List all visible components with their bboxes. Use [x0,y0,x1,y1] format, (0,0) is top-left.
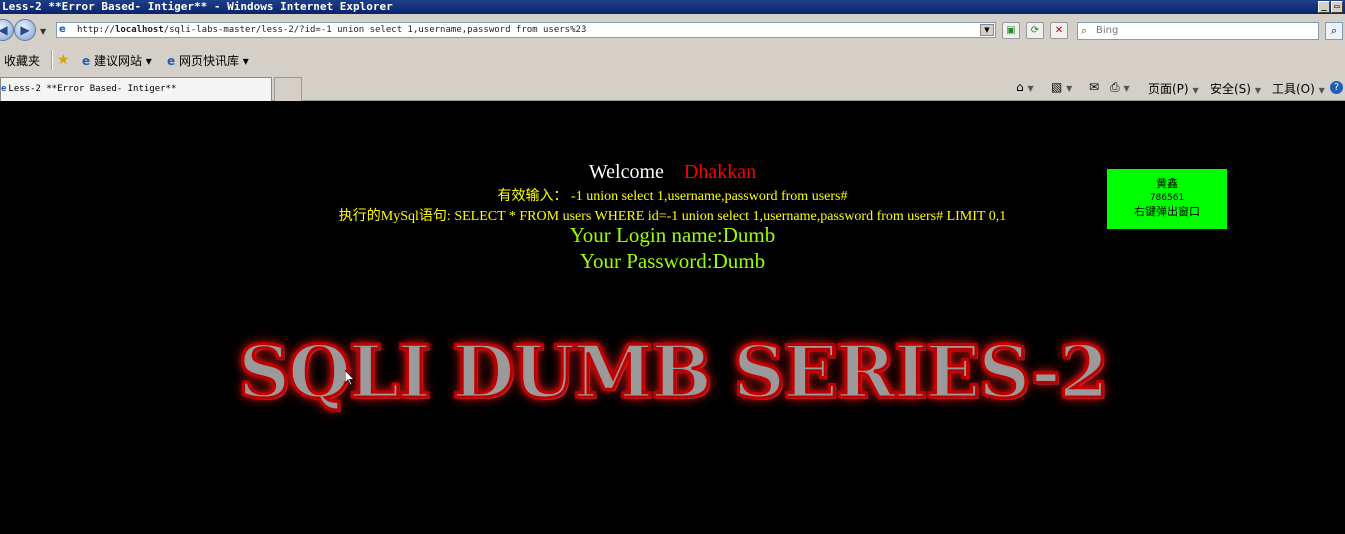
back-button[interactable]: ◀ [0,19,14,41]
add-favorite-star-icon[interactable]: ★ [57,52,70,68]
tools-menu[interactable]: 工具(O) ▼ [1272,80,1325,97]
home-icon: ⌂ [1016,80,1024,94]
ie-page-icon: e [59,24,66,35]
new-tab-button[interactable] [274,77,302,101]
url-host: localhost [114,25,164,35]
mouse-cursor-icon [345,370,355,386]
search-icon: ⌕ [1081,24,1088,37]
search-placeholder: Bing [1096,25,1119,36]
compatibility-view-button[interactable]: ▣ [1002,22,1020,39]
compatibility-icon: ▣ [1006,25,1016,36]
refresh-button[interactable]: ⟳ [1026,22,1044,39]
home-button[interactable]: ⌂ ▼ [1016,80,1034,94]
password-result: Your Password:Dumb [579,249,766,273]
search-input[interactable]: ⌕ Bing [1077,22,1319,40]
ie-icon: e [82,54,91,68]
forward-button[interactable]: ▶ [14,19,36,41]
suggested-sites-link[interactable]: e 建议网站 ▾ [82,52,152,69]
ie-tab-icon: e [1,84,7,94]
stop-icon: ✕ [1054,25,1064,36]
window-title: Less-2 **Error Based- Intiger** - Window… [2,0,393,13]
tab-label: Less-2 **Error Based- Intiger** [8,84,177,94]
minimize-button[interactable]: _ [1318,1,1330,13]
mail-button[interactable]: ✉ [1089,80,1099,94]
rss-icon: ▧ [1051,80,1063,94]
printer-icon: ⎙ [1110,80,1120,94]
page-content: Welcome Dhakkan 有效输入： -1 union select 1,u… [0,101,1345,534]
popup-action: 右键弹出窗口 [1134,205,1200,218]
welcome-label: Welcome [588,161,664,183]
magnifier-icon: ⌕ [1330,24,1338,37]
mail-icon: ✉ [1089,80,1100,94]
popup-number: 786561 [1149,193,1185,203]
url-prefix: http:// [77,25,115,35]
valid-input-label: 有效输入： [497,189,568,204]
favorites-bar: 收藏夹 ★ e 建议网站 ▾ e 网页快讯库 ▾ [0,46,1345,74]
ie-icon: e [167,54,176,68]
web-slice-gallery-link[interactable]: e 网页快讯库 ▾ [167,52,249,69]
popup-name: 黄鑫 [1156,177,1178,190]
popup-box[interactable]: 黄鑫 786561 右键弹出窗口 [1107,169,1227,229]
tab-current[interactable]: e Less-2 **Error Based- Intiger** [0,77,272,101]
address-toolbar: ◀ ▶ ▼ e http://localhost/sqli-labs-maste… [0,14,1345,46]
executed-query-label: 执行的MySql语句: [338,209,451,224]
valid-input-value: -1 union select 1,username,password from… [571,189,848,204]
favorites-separator [51,50,53,70]
address-dropdown-icon[interactable]: ▼ [980,24,994,36]
address-input[interactable]: e http://localhost/sqli-labs-master/less… [56,22,996,38]
help-icon[interactable]: ? [1330,81,1343,94]
welcome-name: Dhakkan [683,161,757,183]
history-dropdown-icon[interactable]: ▼ [40,27,46,36]
window-titlebar: Less-2 **Error Based- Intiger** - Window… [0,0,1345,14]
tab-bar: e Less-2 **Error Based- Intiger** ⌂ ▼ ▧ ▼… [0,74,1345,101]
maximize-button[interactable]: ▭ [1331,1,1343,13]
executed-query-value: SELECT * FROM users WHERE id=-1 union se… [454,209,1007,224]
refresh-icon: ⟳ [1030,25,1040,36]
url-path: /sqli-labs-master/less-2/?id=-1 union se… [163,25,587,35]
back-arrow-icon: ◀ [0,23,8,37]
sqli-banner: SQLI DUMB SERIES-2 [237,328,1111,416]
safety-menu[interactable]: 安全(S) ▼ [1210,80,1261,97]
feeds-button[interactable]: ▧ ▼ [1051,80,1072,94]
page-menu[interactable]: 页面(P) ▼ [1148,80,1199,97]
favorites-button[interactable]: 收藏夹 [4,52,40,69]
print-button[interactable]: ⎙ ▼ [1110,80,1130,95]
stop-button[interactable]: ✕ [1050,22,1068,39]
forward-arrow-icon: ▶ [20,23,30,37]
search-go-button[interactable]: ⌕ [1325,22,1343,40]
